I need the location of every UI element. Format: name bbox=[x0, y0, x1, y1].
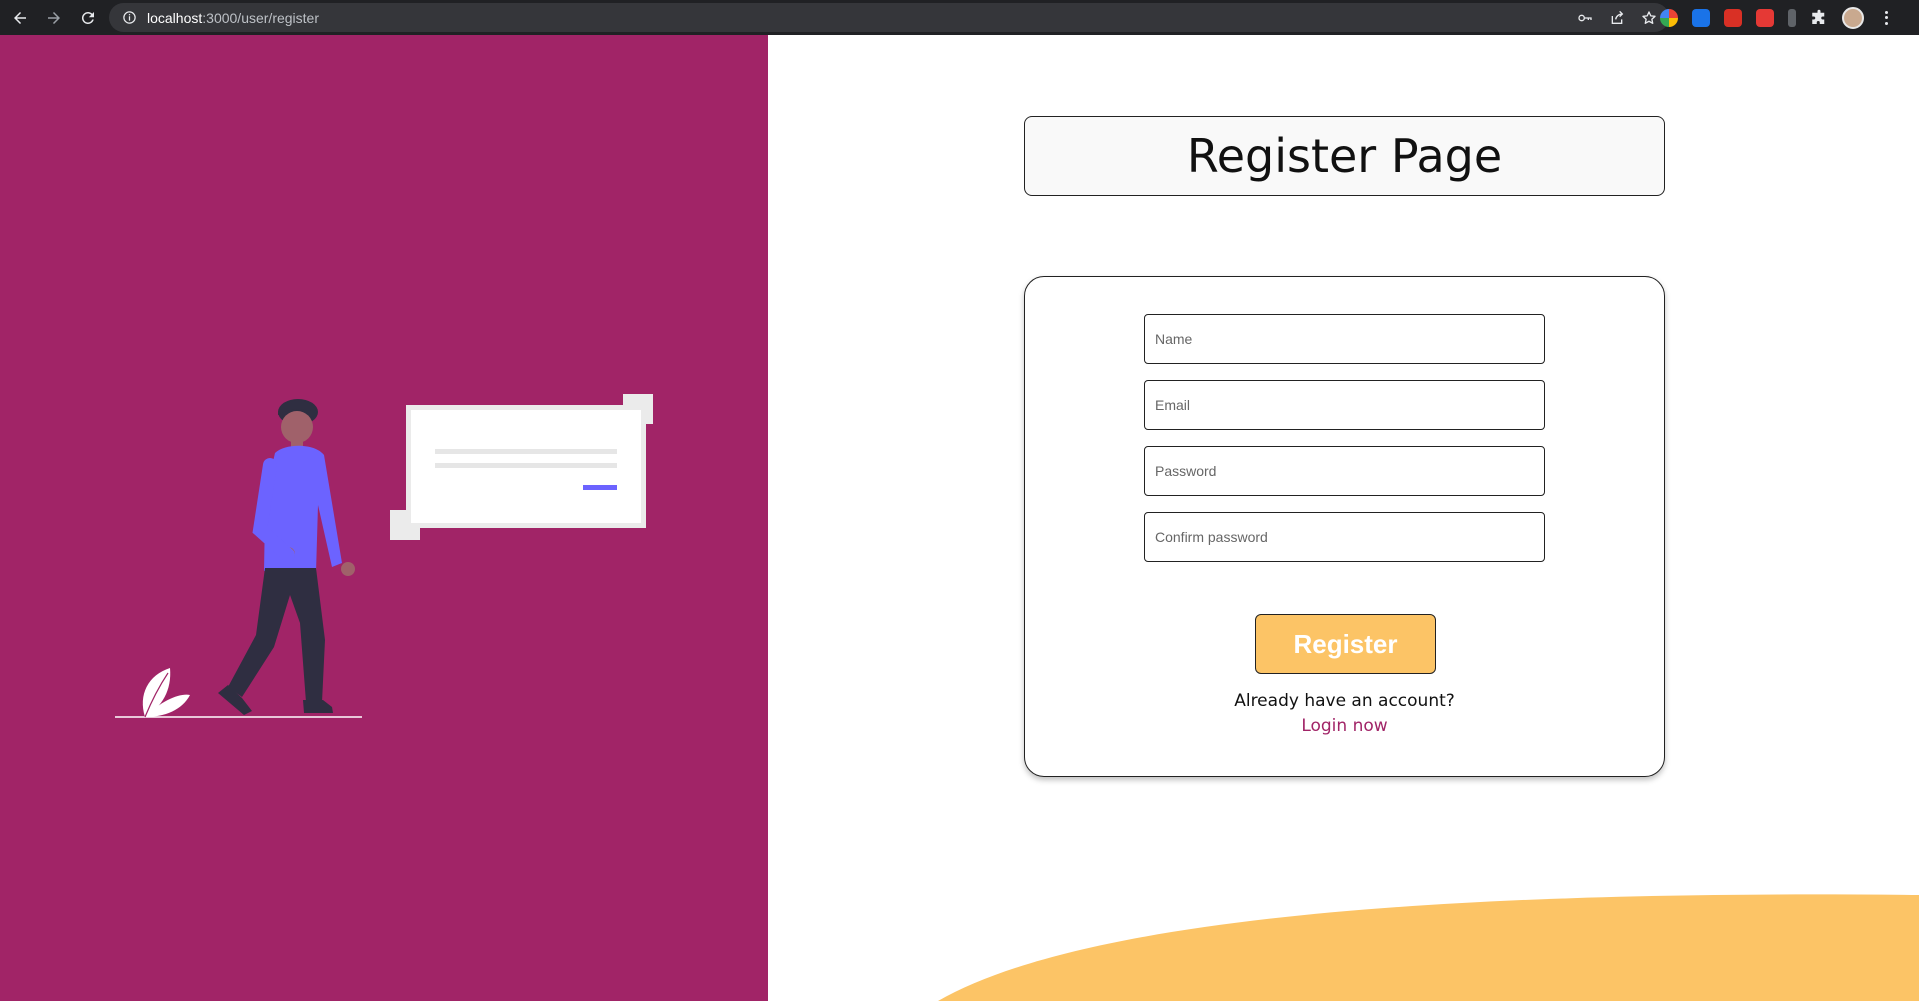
back-button[interactable] bbox=[6, 4, 34, 32]
url-text: localhost:3000/user/register bbox=[147, 9, 319, 26]
left-illustration-panel bbox=[0, 35, 768, 1001]
star-icon[interactable] bbox=[1641, 10, 1657, 26]
address-bar[interactable]: localhost:3000/user/register bbox=[109, 3, 1669, 32]
email-input[interactable] bbox=[1144, 380, 1545, 430]
account-prompt: Already have an account? bbox=[1234, 691, 1455, 711]
profile-avatar[interactable] bbox=[1842, 6, 1864, 29]
extensions-puzzle-icon[interactable] bbox=[1810, 9, 1828, 27]
name-input[interactable] bbox=[1144, 314, 1545, 364]
extension-grey-icon[interactable] bbox=[1788, 8, 1796, 27]
confirm-password-input[interactable] bbox=[1144, 512, 1545, 562]
key-icon[interactable] bbox=[1577, 10, 1593, 26]
login-now-link[interactable]: Login now bbox=[1025, 716, 1664, 736]
extension-translate-icon[interactable] bbox=[1692, 8, 1710, 27]
browser-toolbar: localhost:3000/user/register bbox=[0, 0, 1919, 35]
person-with-card-illustration bbox=[115, 394, 653, 718]
page-title-box: Register Page bbox=[1024, 116, 1665, 196]
info-icon bbox=[122, 11, 136, 24]
extension-m-icon[interactable] bbox=[1756, 8, 1774, 27]
register-button[interactable]: Register bbox=[1255, 614, 1436, 674]
forward-button[interactable] bbox=[40, 4, 68, 32]
share-icon[interactable] bbox=[1609, 10, 1625, 26]
extension-red-icon[interactable] bbox=[1724, 8, 1742, 27]
register-form-card: Register Already have an account? Login … bbox=[1024, 276, 1665, 777]
reload-button[interactable] bbox=[74, 4, 102, 32]
menu-kebab-icon[interactable] bbox=[1878, 8, 1894, 28]
page-title: Register Page bbox=[1186, 129, 1503, 183]
password-input[interactable] bbox=[1144, 446, 1545, 496]
back-arrow-icon bbox=[14, 11, 26, 24]
forward-arrow-icon bbox=[48, 11, 60, 24]
site-info-button[interactable] bbox=[121, 10, 137, 26]
extension-color-icon[interactable] bbox=[1660, 8, 1678, 27]
reload-icon bbox=[81, 11, 94, 24]
